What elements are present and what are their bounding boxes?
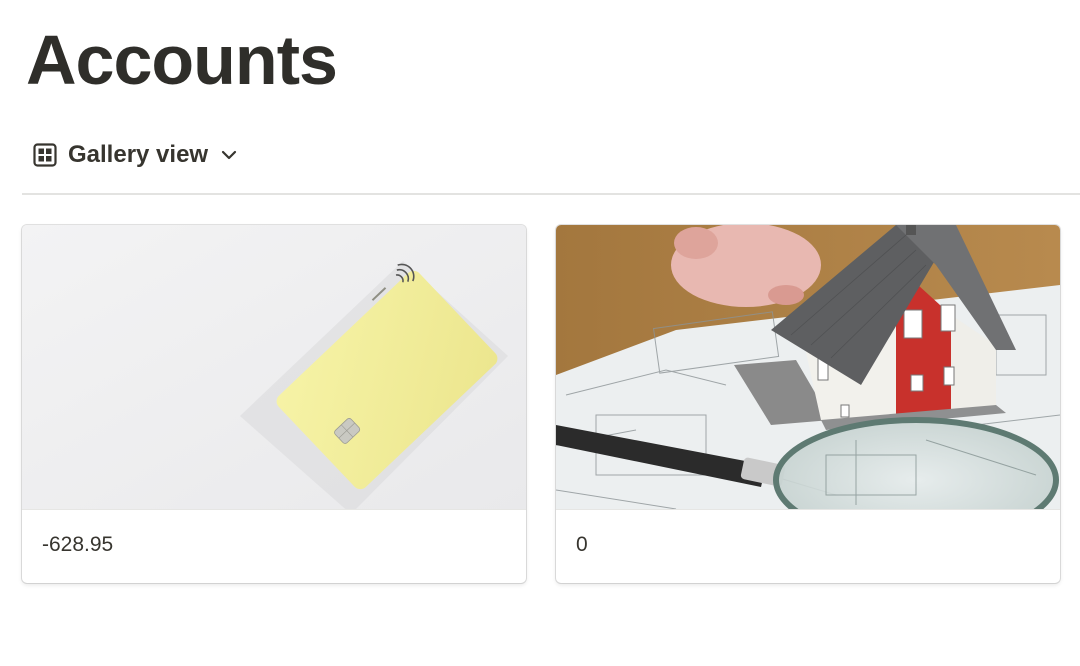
page-title: Accounts <box>26 21 338 99</box>
house-photo <box>556 225 1060 509</box>
gallery-card[interactable]: 0 <box>556 225 1060 583</box>
card-cover-image <box>22 225 526 510</box>
gallery-grid-icon <box>33 143 57 167</box>
card-value: 0 <box>576 533 588 556</box>
view-label: Gallery view <box>68 141 209 168</box>
divider <box>22 193 1080 195</box>
view-switcher-button[interactable]: Gallery view <box>32 138 238 172</box>
chevron-down-icon <box>221 150 237 160</box>
gallery-card[interactable]: -628.95 <box>22 225 526 583</box>
card-cover-image <box>556 225 1060 510</box>
card-value: -628.95 <box>42 533 114 556</box>
credit-card-photo <box>22 225 526 509</box>
